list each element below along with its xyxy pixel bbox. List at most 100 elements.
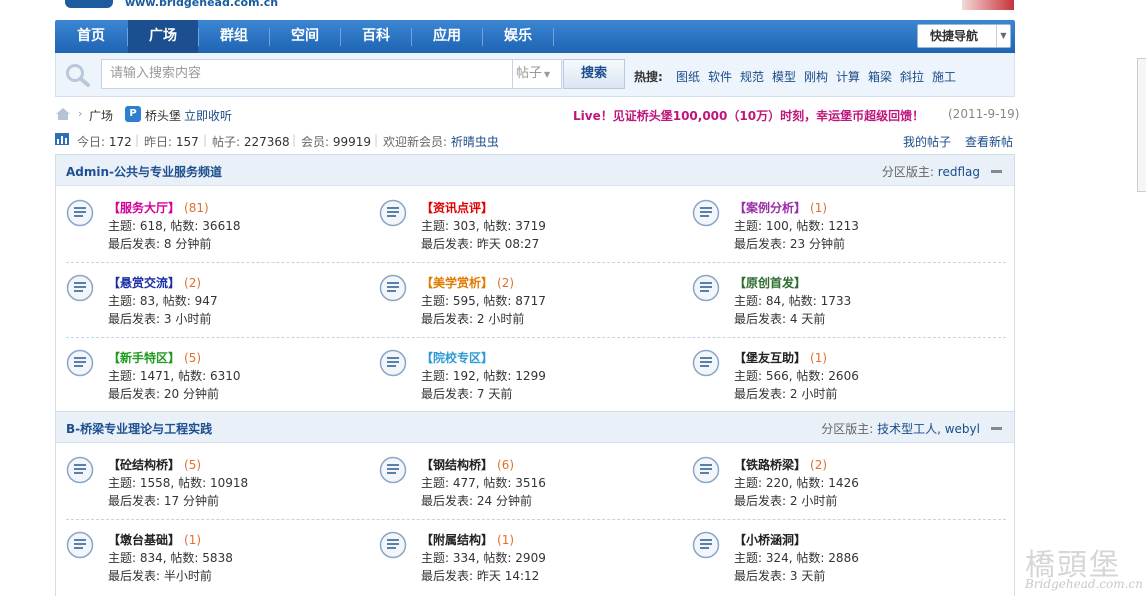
search-type-select[interactable]: 帖子 ▼ [512, 59, 562, 89]
section-title[interactable]: Admin-公共与专业服务频道 [66, 163, 222, 180]
forum-icon [66, 456, 94, 484]
quick-nav-label: 快捷导航 [930, 29, 979, 43]
forum-name-link[interactable]: 【堡友互助】 (1) [734, 349, 827, 366]
forum-stats-line: 主题: 84, 帖数: 1733 [734, 294, 852, 308]
forum-last-post[interactable]: 最后发表: 17 分钟前 [108, 492, 219, 509]
forum-name-link[interactable]: 【美学赏析】 (2) [421, 274, 514, 291]
forum-new-count: (5) [184, 458, 202, 472]
nav-fun[interactable]: 娱乐 [483, 20, 553, 53]
forum-last-post[interactable]: 最后发表: 半小时前 [108, 567, 212, 584]
forum-name-link[interactable]: 【案例分析】 (1) [734, 199, 827, 216]
nav-groups[interactable]: 群组 [199, 20, 269, 53]
new-member-link[interactable]: 祈晴虫虫 [451, 135, 499, 149]
forum-last-post[interactable]: 最后发表: 3 小时前 [108, 310, 211, 327]
forum-entry: 【墩台基础】 (1) 主题: 834, 帖数: 5838 最后发表: 半小时前 [66, 529, 366, 589]
forum-entry: 【资讯点评】 主题: 303, 帖数: 3719 最后发表: 昨天 08:27 [379, 197, 679, 257]
hot-search-item[interactable]: 模型 [772, 68, 796, 85]
forum-name-link[interactable]: 【墩台基础】 (1) [108, 531, 201, 548]
forum-last-post[interactable]: 最后发表: 3 天前 [734, 567, 825, 584]
nav-space[interactable]: 空间 [270, 20, 340, 53]
forum-name-link[interactable]: 【悬赏交流】 (2) [108, 274, 201, 291]
stat-posts: 帖子: 227368 [212, 135, 290, 149]
moderator-link[interactable]: redflag [938, 165, 980, 179]
forum-name-link[interactable]: 【铁路桥梁】 (2) [734, 456, 827, 473]
section-title[interactable]: B-桥梁专业理论与工程实践 [66, 420, 212, 437]
section-header: Admin-公共与专业服务频道 分区版主: redflag [56, 154, 1014, 186]
nav-apps[interactable]: 应用 [412, 20, 482, 53]
forum-new-count: (5) [184, 351, 202, 365]
forum-icon [66, 274, 94, 302]
row-divider [66, 262, 1006, 263]
forum-icon [379, 456, 407, 484]
search-button[interactable]: 搜索 [563, 59, 625, 89]
forum-entry: 【悬赏交流】 (2) 主题: 83, 帖数: 947 最后发表: 3 小时前 [66, 272, 366, 332]
hot-search-item[interactable]: 图纸 [676, 68, 700, 85]
forum-entry: 【钢结构桥】 (6) 主题: 477, 帖数: 3516 最后发表: 24 分钟前 [379, 454, 679, 514]
forum-last-post[interactable]: 最后发表: 昨天 08:27 [421, 235, 539, 252]
nav-square[interactable]: 广场 [128, 20, 198, 53]
live-announcement-link[interactable]: Live！见证桥头堡100,000（10万）时刻，幸运堡币超级回馈！ [573, 107, 924, 124]
forum-name-link[interactable]: 【钢结构桥】 (6) [421, 456, 514, 473]
hot-search-item[interactable]: 斜拉 [900, 68, 924, 85]
forum-entry: 【铁路桥梁】 (2) 主题: 220, 帖数: 1426 最后发表: 2 小时前 [692, 454, 992, 514]
forum-icon [379, 349, 407, 377]
hot-search-item[interactable]: 刚构 [804, 68, 828, 85]
collapse-icon[interactable] [991, 427, 1002, 430]
forum-icon [692, 199, 720, 227]
row-divider [66, 519, 1006, 520]
forum-name-link[interactable]: 【资讯点评】 [421, 199, 497, 216]
forum-new-count: (81) [184, 201, 209, 215]
forum-name-link[interactable]: 【原创首发】 [734, 274, 810, 291]
forum-stats-line: 主题: 618, 帖数: 36618 [108, 219, 241, 233]
forum-last-post[interactable]: 最后发表: 昨天 14:12 [421, 567, 539, 584]
nav-home[interactable]: 首页 [55, 20, 127, 53]
forum-last-post[interactable]: 最后发表: 4 天前 [734, 310, 825, 327]
watermark-en: Bridgehead.com.cn [1025, 577, 1143, 591]
forum-last-post[interactable]: 最后发表: 7 天前 [421, 385, 512, 402]
forum-icon [66, 531, 94, 559]
side-toolbar[interactable] [1137, 58, 1146, 192]
corner-banner [962, 0, 1014, 10]
quick-nav-button[interactable]: 快捷导航 ▼ [917, 24, 1011, 48]
forum-icon [379, 531, 407, 559]
breadcrumb-bridgehead[interactable]: 桥头堡 [145, 107, 181, 124]
section-moderators: 分区版主: 技术型工人, webyl [821, 422, 980, 436]
forum-entry: 【堡友互助】 (1) 主题: 566, 帖数: 2606 最后发表: 2 小时前 [692, 347, 992, 407]
my-posts-link[interactable]: 我的帖子 [903, 133, 951, 150]
forum-name-link[interactable]: 【小桥涵洞】 [734, 531, 810, 548]
stat-new-member: 欢迎新会员: 祈晴虫虫 [383, 135, 499, 149]
forum-last-post[interactable]: 最后发表: 2 小时前 [421, 310, 524, 327]
listen-now-link[interactable]: 立即收听 [184, 107, 232, 124]
hot-search-item[interactable]: 箱梁 [868, 68, 892, 85]
forum-name-link[interactable]: 【砼结构桥】 (5) [108, 456, 201, 473]
forum-last-post[interactable]: 最后发表: 2 小时前 [734, 492, 837, 509]
stat-divider: | [135, 133, 140, 147]
hot-search-item[interactable]: 施工 [932, 68, 956, 85]
breadcrumb-square[interactable]: 广场 [89, 107, 113, 124]
forum-last-post[interactable]: 最后发表: 24 分钟前 [421, 492, 532, 509]
forum-name-link[interactable]: 【新手特区】 (5) [108, 349, 201, 366]
main-nav: 首页 广场 群组 空间 百科 应用 娱乐 快捷导航 ▼ [55, 20, 1015, 53]
nav-wiki[interactable]: 百科 [341, 20, 411, 53]
forum-stats-line: 主题: 220, 帖数: 1426 [734, 476, 859, 490]
forum-last-post[interactable]: 最后发表: 23 分钟前 [734, 235, 845, 252]
moderator-link[interactable]: 技术型工人, webyl [877, 422, 980, 436]
hot-search-item[interactable]: 计算 [836, 68, 860, 85]
forum-name-link[interactable]: 【院校专区】 [421, 349, 497, 366]
listen-icon: P [125, 106, 141, 122]
hot-search-item[interactable]: 规范 [740, 68, 764, 85]
forum-name-link[interactable]: 【附属结构】 (1) [421, 531, 514, 548]
search-input[interactable]: 请输入搜索内容 [101, 59, 513, 89]
forum-entry: 【服务大厅】 (81) 主题: 618, 帖数: 36618 最后发表: 8 分钟前 [66, 197, 366, 257]
forum-stats-line: 主题: 100, 帖数: 1213 [734, 219, 859, 233]
collapse-icon[interactable] [991, 170, 1002, 173]
logo-mark [65, 0, 113, 8]
forum-name-link[interactable]: 【服务大厅】 (81) [108, 199, 209, 216]
forum-last-post[interactable]: 最后发表: 20 分钟前 [108, 385, 219, 402]
site-logo[interactable]: www.bridgehead.com.cn [65, 0, 278, 10]
forum-last-post[interactable]: 最后发表: 8 分钟前 [108, 235, 211, 252]
hot-search-item[interactable]: 软件 [708, 68, 732, 85]
home-icon[interactable] [55, 107, 71, 121]
forum-last-post[interactable]: 最后发表: 2 小时前 [734, 385, 837, 402]
new-posts-link[interactable]: 查看新帖 [965, 133, 1013, 150]
